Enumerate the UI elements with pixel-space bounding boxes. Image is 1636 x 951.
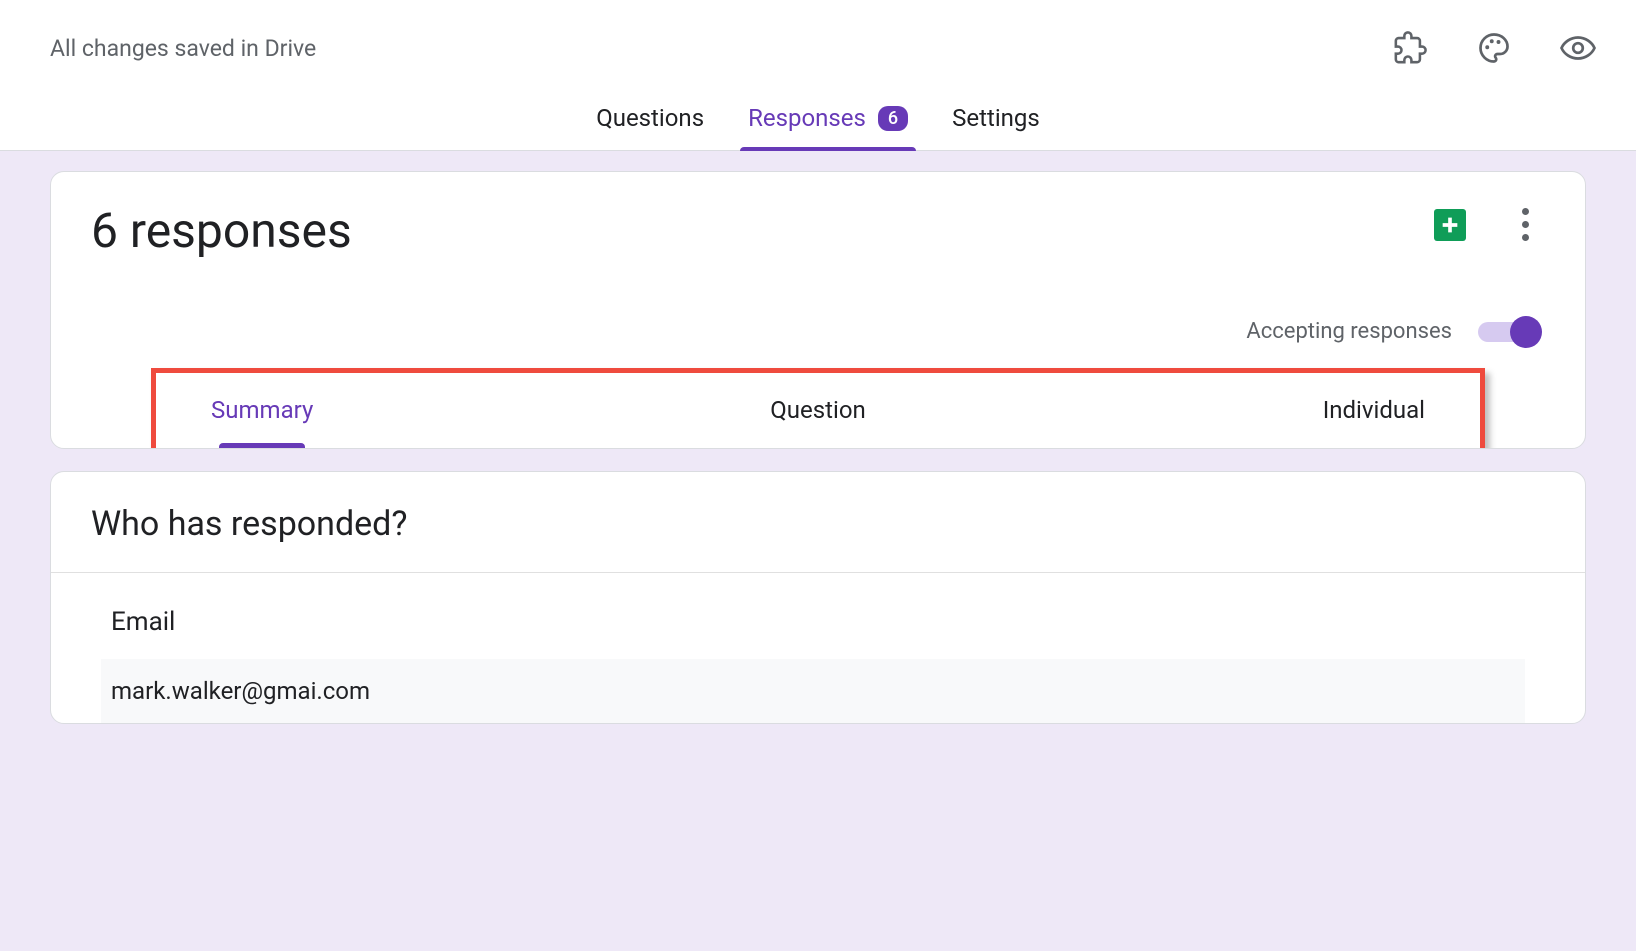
respondent-email: mark.walker@gmai.com bbox=[101, 659, 1525, 723]
sheets-icon[interactable] bbox=[1434, 209, 1466, 241]
tab-label: Settings bbox=[952, 104, 1040, 132]
main-tabs: Questions Responses 6 Settings bbox=[0, 86, 1636, 151]
tab-questions[interactable]: Questions bbox=[596, 86, 704, 150]
responses-title: 6 responses bbox=[91, 202, 352, 259]
accepting-responses-toggle[interactable] bbox=[1478, 322, 1540, 342]
tab-settings[interactable]: Settings bbox=[952, 86, 1040, 150]
sub-tab-summary[interactable]: Summary bbox=[211, 396, 313, 430]
response-sub-tabs: Summary Question Individual bbox=[151, 374, 1485, 448]
tab-responses[interactable]: Responses 6 bbox=[748, 86, 908, 150]
responses-card: 6 responses Accepting responses Summary … bbox=[50, 171, 1586, 449]
respondents-card: Who has responded? Email mark.walker@gma… bbox=[50, 471, 1586, 724]
respondents-title: Who has responded? bbox=[51, 472, 1585, 573]
save-status-text: All changes saved in Drive bbox=[50, 35, 316, 62]
email-heading: Email bbox=[111, 607, 1545, 637]
palette-icon[interactable] bbox=[1476, 30, 1512, 66]
accepting-responses-label: Accepting responses bbox=[1246, 319, 1452, 344]
addons-icon[interactable] bbox=[1392, 30, 1428, 66]
sub-tab-question[interactable]: Question bbox=[770, 396, 865, 430]
sub-tab-individual[interactable]: Individual bbox=[1323, 396, 1425, 430]
more-menu-icon[interactable] bbox=[1516, 202, 1535, 247]
tab-label: Questions bbox=[596, 104, 704, 132]
tab-label: Responses bbox=[748, 104, 866, 132]
responses-count-badge: 6 bbox=[878, 106, 908, 131]
preview-eye-icon[interactable] bbox=[1560, 30, 1596, 66]
